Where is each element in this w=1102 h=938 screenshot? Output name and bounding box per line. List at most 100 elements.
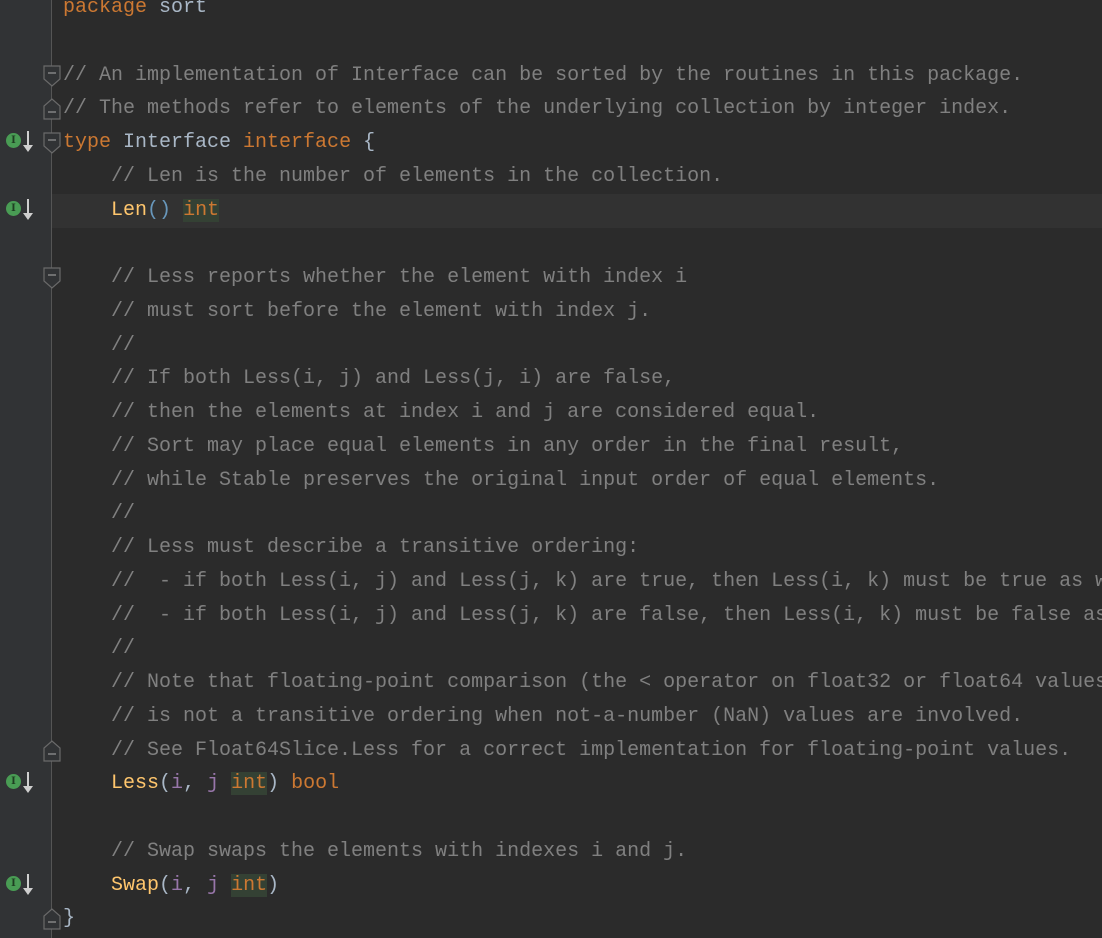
token-kw: type — [63, 131, 112, 154]
code-line[interactable]: // - if both Less(i, j) and Less(j, k) a… — [52, 599, 1102, 633]
token-id — [171, 199, 183, 222]
code-line[interactable]: Len() int — [52, 193, 1102, 228]
code-line[interactable]: // Sort may place equal elements in any … — [52, 430, 1102, 464]
token-cm: // - if both Less(i, j) and Less(j, k) a… — [63, 569, 1102, 593]
arrow-down-icon — [23, 873, 33, 895]
token-fn: Less — [111, 772, 160, 796]
code-line[interactable]: // — [52, 497, 1102, 531]
interface-circle-icon: I — [6, 875, 21, 891]
code-line-text: // must sort before the element with ind… — [63, 295, 651, 329]
fold-collapse-icon[interactable] — [43, 64, 61, 87]
token-kw: bool — [291, 772, 340, 796]
token-id — [63, 199, 111, 222]
token-param: j — [207, 772, 220, 796]
code-line[interactable]: package sort — [52, 0, 1102, 25]
code-line-text: Len() int — [63, 194, 220, 228]
implemented-interface-icon[interactable]: I — [6, 198, 36, 223]
code-line-text: // - if both Less(i, j) and Less(j, k) a… — [63, 599, 1102, 633]
code-line[interactable]: // — [52, 632, 1102, 666]
code-line[interactable]: // then the elements at index i and j ar… — [52, 396, 1102, 430]
token-cm: // then the elements at index i and j ar… — [63, 401, 820, 424]
fold-end-icon[interactable] — [43, 908, 61, 930]
token-ty: int — [231, 873, 268, 897]
token-kw: interface — [243, 131, 352, 154]
code-line[interactable]: // See Float64Slice.Less for a correct i… — [52, 734, 1102, 768]
code-line[interactable]: // must sort before the element with ind… — [52, 295, 1102, 329]
code-line-text: // Swap swaps the elements with indexes … — [63, 835, 687, 869]
code-line-text: // Len is the number of elements in the … — [63, 160, 723, 194]
code-line-text: // then the elements at index i and j ar… — [63, 396, 819, 430]
implemented-interface-icon[interactable]: I — [6, 873, 36, 898]
token-cm: // See Float64Slice.Less for a correct i… — [63, 738, 1072, 762]
token-br: ) — [267, 772, 280, 796]
fold-collapse-icon[interactable] — [43, 132, 61, 154]
code-line[interactable]: // - if both Less(i, j) and Less(j, k) a… — [52, 565, 1102, 599]
fold-end-icon[interactable] — [43, 98, 61, 120]
token-cm: // The methods refer to elements of the … — [63, 97, 1012, 121]
code-line[interactable] — [52, 801, 1102, 835]
interface-circle-icon: I — [6, 200, 21, 216]
code-line-text: // Note that floating-point comparison (… — [63, 666, 1102, 700]
arrow-down-icon — [23, 198, 33, 220]
code-line-text: package sort — [63, 0, 207, 25]
code-line-text: // — [63, 329, 135, 363]
code-line-text: // is not a transitive ordering when not… — [63, 700, 1023, 734]
token-cm: // If both Less(i, j) and Less(j, i) are… — [63, 367, 676, 391]
code-line-text: Less(i, j int) bool — [63, 767, 339, 801]
code-line-text: // Less reports whether the element with… — [63, 261, 687, 295]
token-cm: // is not a transitive ordering when not… — [63, 704, 1024, 728]
code-line[interactable]: // Less reports whether the element with… — [52, 261, 1102, 295]
implemented-interface-icon[interactable]: I — [6, 772, 36, 796]
code-line[interactable]: // If both Less(i, j) and Less(j, i) are… — [52, 362, 1102, 396]
code-editor[interactable]: package sort // An implementation of Inte… — [52, 0, 1102, 938]
token-cm: // — [63, 637, 136, 661]
fold-collapse-icon[interactable] — [43, 267, 61, 289]
code-line[interactable]: // An implementation of Interface can be… — [52, 59, 1102, 93]
token-id — [63, 772, 111, 795]
token-param: j — [207, 873, 220, 897]
code-line-text: // See Float64Slice.Less for a correct i… — [63, 734, 1071, 768]
code-line[interactable]: // while Stable preserves the original i… — [52, 464, 1102, 498]
code-line-text: Swap(i, j int) — [63, 869, 279, 903]
code-line[interactable]: // Swap swaps the elements with indexes … — [52, 835, 1102, 869]
code-line[interactable]: // Note that floating-point comparison (… — [52, 666, 1102, 700]
token-cm: // — [63, 333, 136, 357]
code-line[interactable]: Less(i, j int) bool — [52, 767, 1102, 801]
token-br: ( — [159, 772, 172, 796]
interface-circle-icon: I — [6, 133, 21, 148]
code-line[interactable]: // — [52, 329, 1102, 363]
token-br: { — [351, 131, 376, 154]
code-line-text: // — [63, 497, 135, 531]
token-id: Interface — [111, 131, 244, 154]
token-id — [219, 874, 231, 897]
token-br: ( — [159, 873, 172, 897]
code-line-text: // If both Less(i, j) and Less(j, i) are… — [63, 362, 675, 396]
code-line[interactable]: // Len is the number of elements in the … — [52, 160, 1102, 194]
code-line[interactable] — [52, 25, 1102, 59]
interface-circle-icon: I — [6, 774, 21, 790]
token-param: i — [171, 873, 184, 897]
code-line[interactable]: type Interface interface { — [52, 126, 1102, 160]
token-br: , — [183, 772, 208, 796]
token-cm: // Sort may place equal elements in any … — [63, 434, 904, 458]
token-cm: // while Stable preserves the original i… — [63, 468, 940, 492]
code-line[interactable]: } — [52, 902, 1102, 936]
token-cm: // - if both Less(i, j) and Less(j, k) a… — [63, 603, 1102, 627]
token-cm: // An implementation of Interface can be… — [63, 63, 1024, 87]
implemented-interface-icon[interactable]: I — [6, 131, 36, 155]
token-kw: package — [63, 0, 148, 19]
token-id — [279, 772, 291, 795]
token-br: , — [183, 873, 208, 897]
token-ty: int — [183, 198, 220, 222]
code-line[interactable]: // is not a transitive ordering when not… — [52, 700, 1102, 734]
code-line[interactable]: Swap(i, j int) — [52, 869, 1102, 903]
code-line[interactable] — [52, 227, 1102, 261]
token-cm: // Less must describe a transitive order… — [63, 536, 640, 559]
token-cm: // — [63, 502, 136, 526]
fold-end-icon[interactable] — [43, 739, 61, 762]
token-ty: int — [231, 772, 268, 796]
token-id — [219, 772, 231, 795]
code-line[interactable]: // The methods refer to elements of the … — [52, 92, 1102, 126]
token-fn: Len — [111, 198, 148, 222]
code-line[interactable]: // Less must describe a transitive order… — [52, 531, 1102, 565]
